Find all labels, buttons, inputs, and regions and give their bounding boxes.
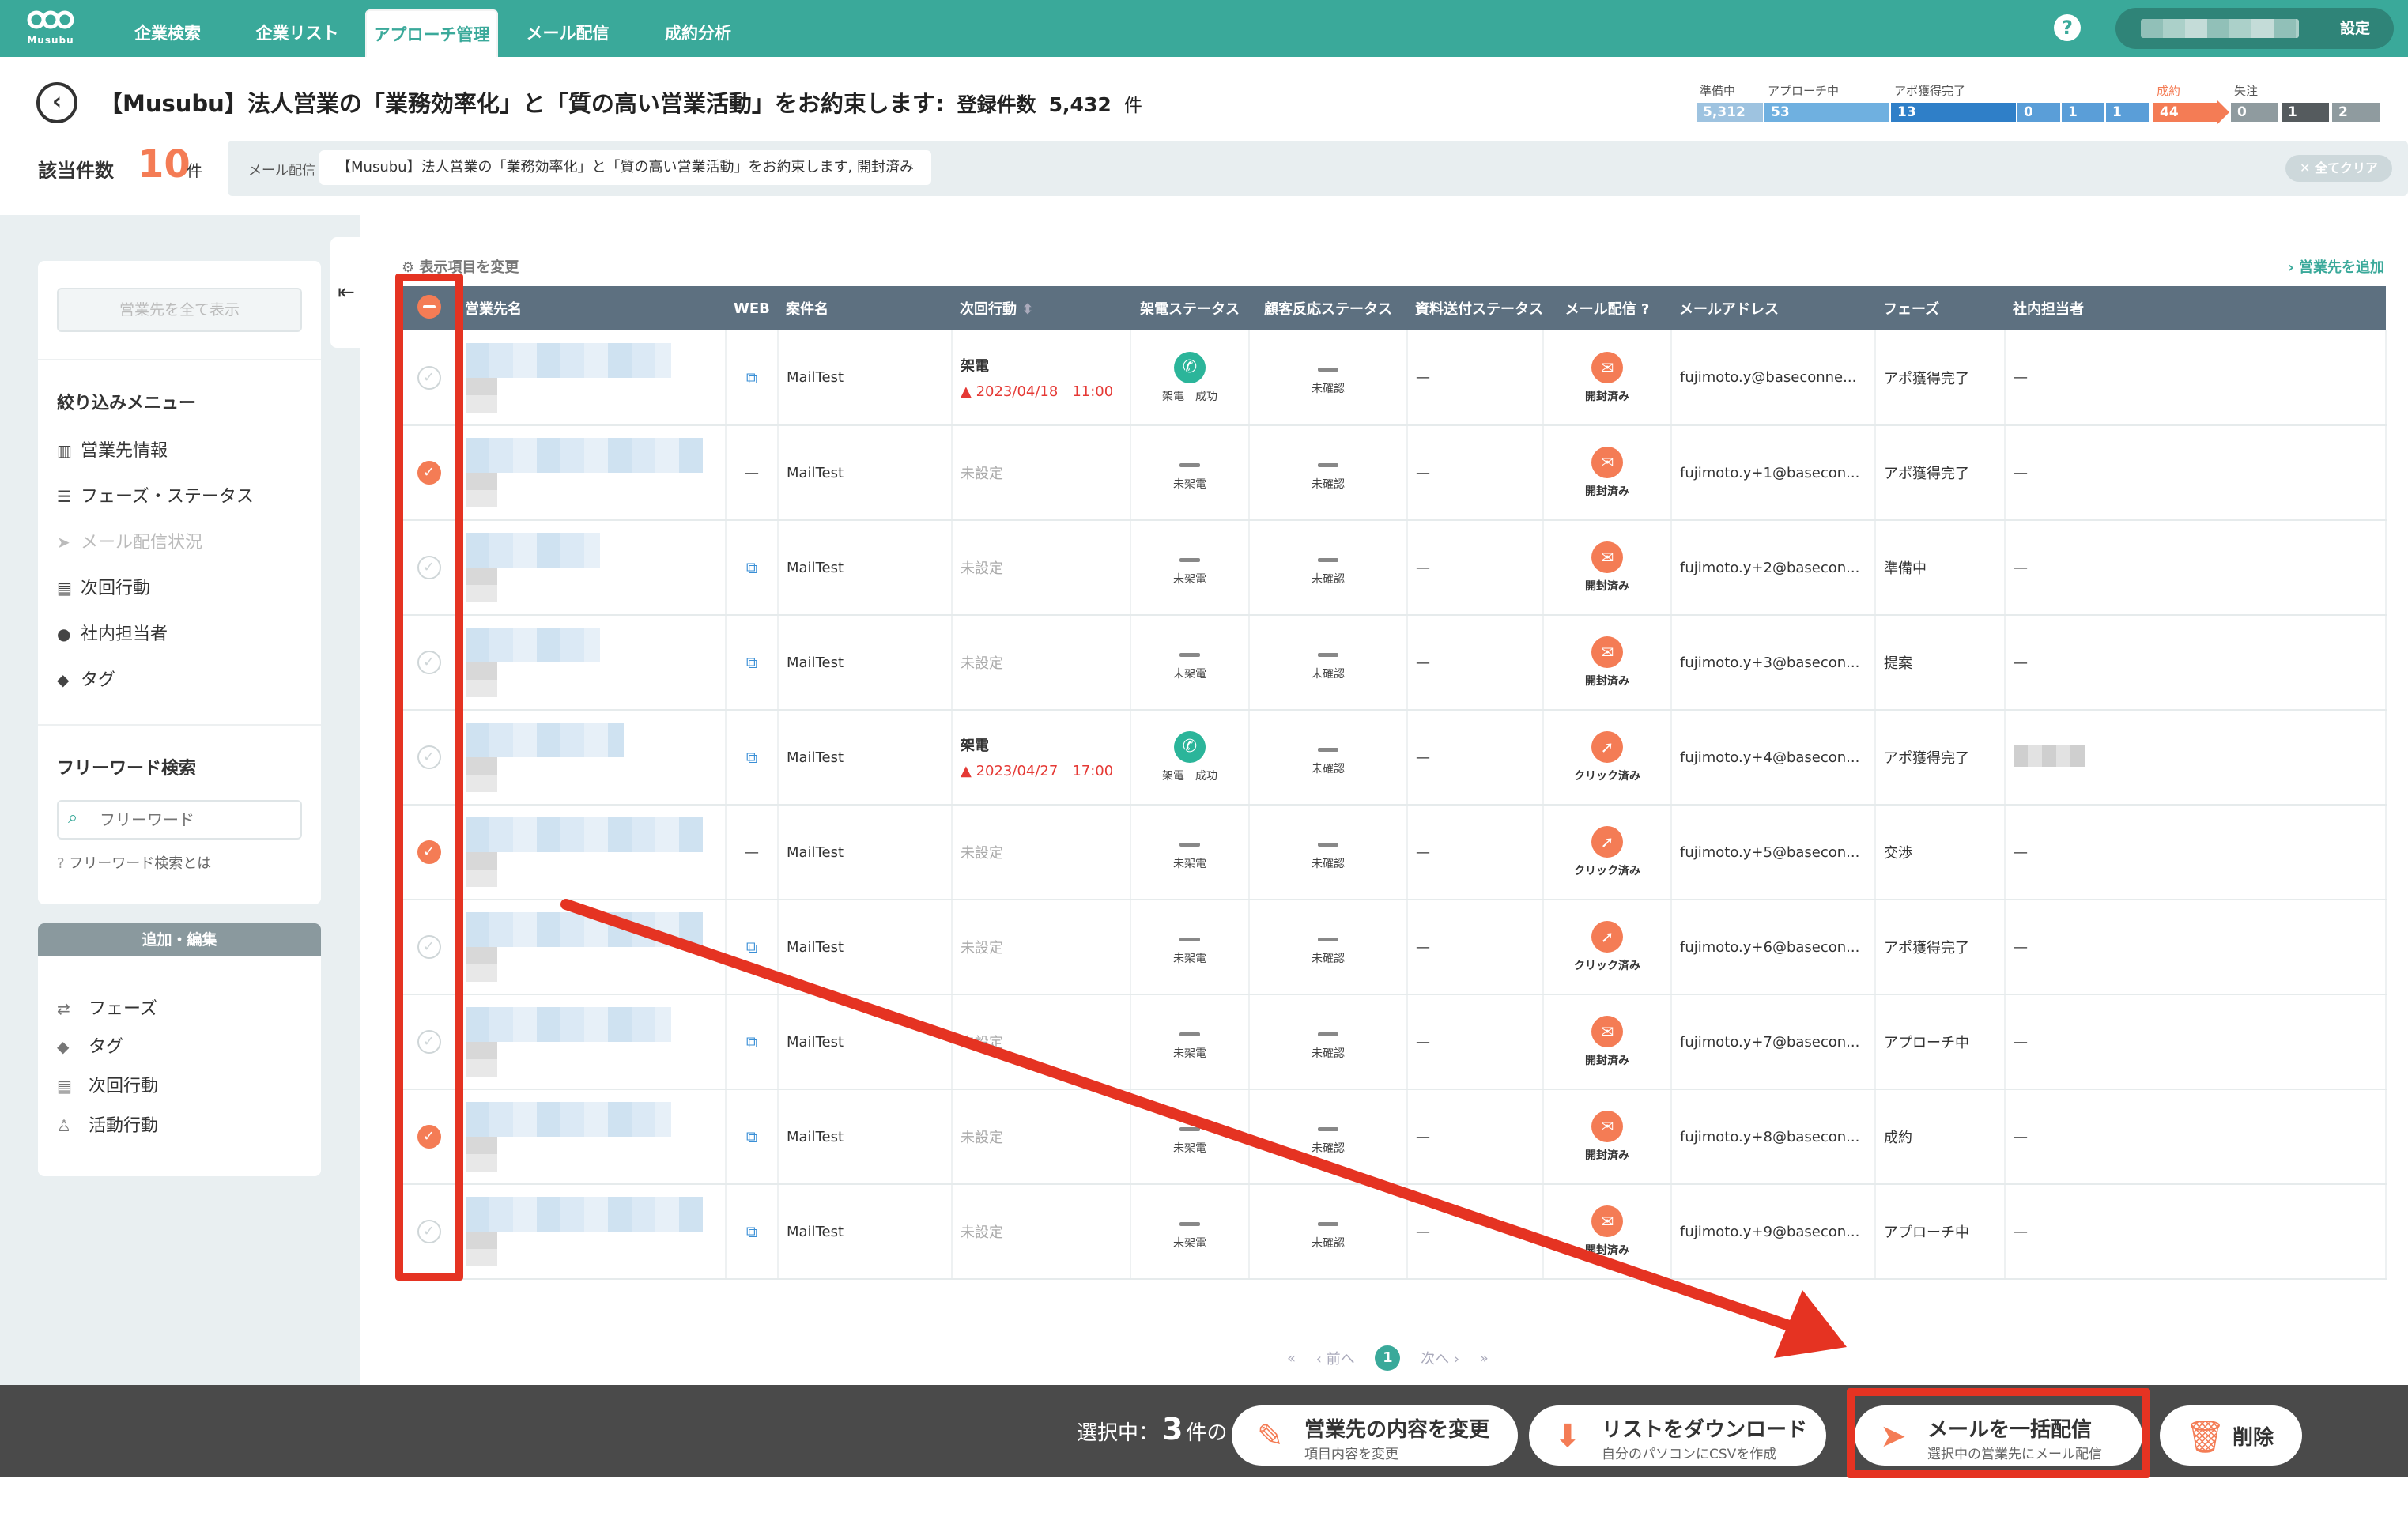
annotation-arrow-icon bbox=[560, 899, 1847, 1358]
